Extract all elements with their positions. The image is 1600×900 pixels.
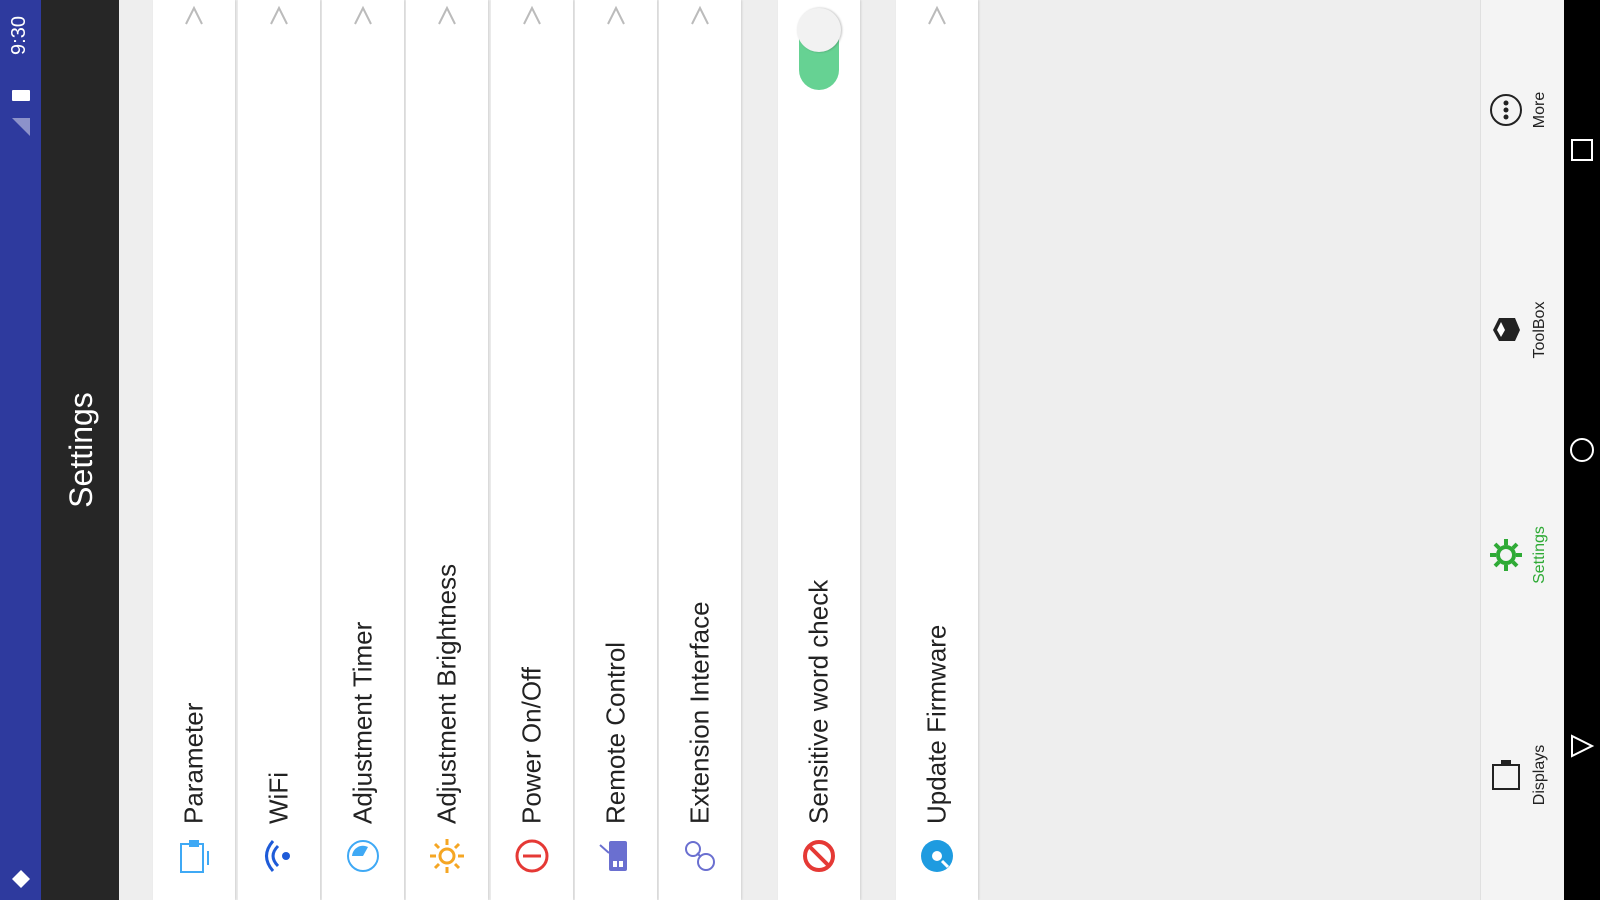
setting-label: Power On/Off	[516, 666, 547, 824]
setting-label: Extension Interface	[684, 601, 715, 824]
page-title: Settings	[63, 392, 99, 508]
toggle-knob	[797, 8, 841, 52]
power-icon	[512, 836, 552, 876]
setting-label: WiFi	[263, 772, 294, 824]
setting-adjustment-brightness[interactable]: Adjustment Brightness	[406, 0, 488, 900]
chevron-right-icon	[691, 5, 709, 25]
setting-adjustment-timer[interactable]: Adjustment Timer	[322, 0, 404, 900]
chevron-right-icon	[438, 5, 456, 25]
network-icon	[12, 118, 30, 136]
firmware-icon	[917, 836, 957, 876]
nav-toolbox[interactable]: ToolBox	[1481, 230, 1565, 430]
setting-parameter[interactable]: Parameter	[153, 0, 235, 900]
setting-label: Parameter	[178, 702, 209, 824]
screen: 9:30 Settings Parameter WiFi Adjustment …	[0, 0, 1600, 900]
status-bar: 9:30	[0, 0, 41, 900]
block-icon	[799, 836, 839, 876]
toolbar: Settings	[41, 0, 119, 900]
home-icon[interactable]	[1568, 436, 1596, 464]
timer-icon	[343, 836, 383, 876]
toolbox-icon	[1493, 318, 1520, 341]
setting-remote-control[interactable]: Remote Control	[575, 0, 657, 900]
gear-icon	[1490, 539, 1522, 571]
setting-label: Sensitive word check	[803, 579, 834, 824]
sun-icon	[427, 836, 467, 876]
nav-label: ToolBox	[1531, 301, 1548, 359]
setting-label: Adjustment Brightness	[431, 563, 462, 824]
setting-power-on-off[interactable]: Power On/Off	[491, 0, 573, 900]
rotated-app: 9:30 Settings Parameter WiFi Adjustment …	[0, 0, 1600, 900]
wifi-icon	[259, 836, 299, 876]
sensitive-word-toggle[interactable]	[797, 8, 841, 90]
signal-icon	[12, 870, 30, 888]
chevron-right-icon	[607, 5, 625, 25]
nav-label: Displays	[1531, 744, 1548, 806]
nav-settings[interactable]: Settings	[1481, 455, 1565, 655]
remote-icon	[596, 836, 636, 876]
chevron-right-icon	[354, 5, 372, 25]
setting-wifi[interactable]: WiFi	[238, 0, 320, 900]
system-navigation-bar	[1564, 0, 1600, 900]
setting-sensitive-word-check[interactable]: Sensitive word check	[778, 0, 860, 900]
nav-displays[interactable]: Displays	[1481, 675, 1565, 875]
battery-icon	[12, 90, 30, 101]
nav-label: More	[1531, 91, 1548, 129]
setting-label: Update Firmware	[921, 624, 952, 824]
back-icon[interactable]	[1568, 732, 1596, 760]
status-time: 9:30	[8, 16, 30, 55]
monitor-icon	[174, 836, 214, 876]
plug-icon	[680, 836, 720, 876]
setting-update-firmware[interactable]: Update Firmware	[896, 0, 978, 900]
chevron-right-icon	[270, 5, 288, 25]
recents-icon[interactable]	[1568, 136, 1596, 164]
nav-more[interactable]: More	[1481, 10, 1565, 210]
nav-label: Settings	[1531, 526, 1548, 584]
chevron-right-icon	[928, 5, 946, 25]
chevron-right-icon	[523, 5, 541, 25]
setting-extension-interface[interactable]: Extension Interface	[659, 0, 741, 900]
display-icon	[1492, 760, 1520, 790]
more-icon	[1490, 94, 1522, 126]
chevron-right-icon	[185, 5, 203, 25]
setting-label: Adjustment Timer	[347, 621, 378, 824]
setting-label: Remote Control	[600, 641, 631, 824]
bottom-navigation: Displays Settings ToolBox More	[1480, 0, 1565, 900]
